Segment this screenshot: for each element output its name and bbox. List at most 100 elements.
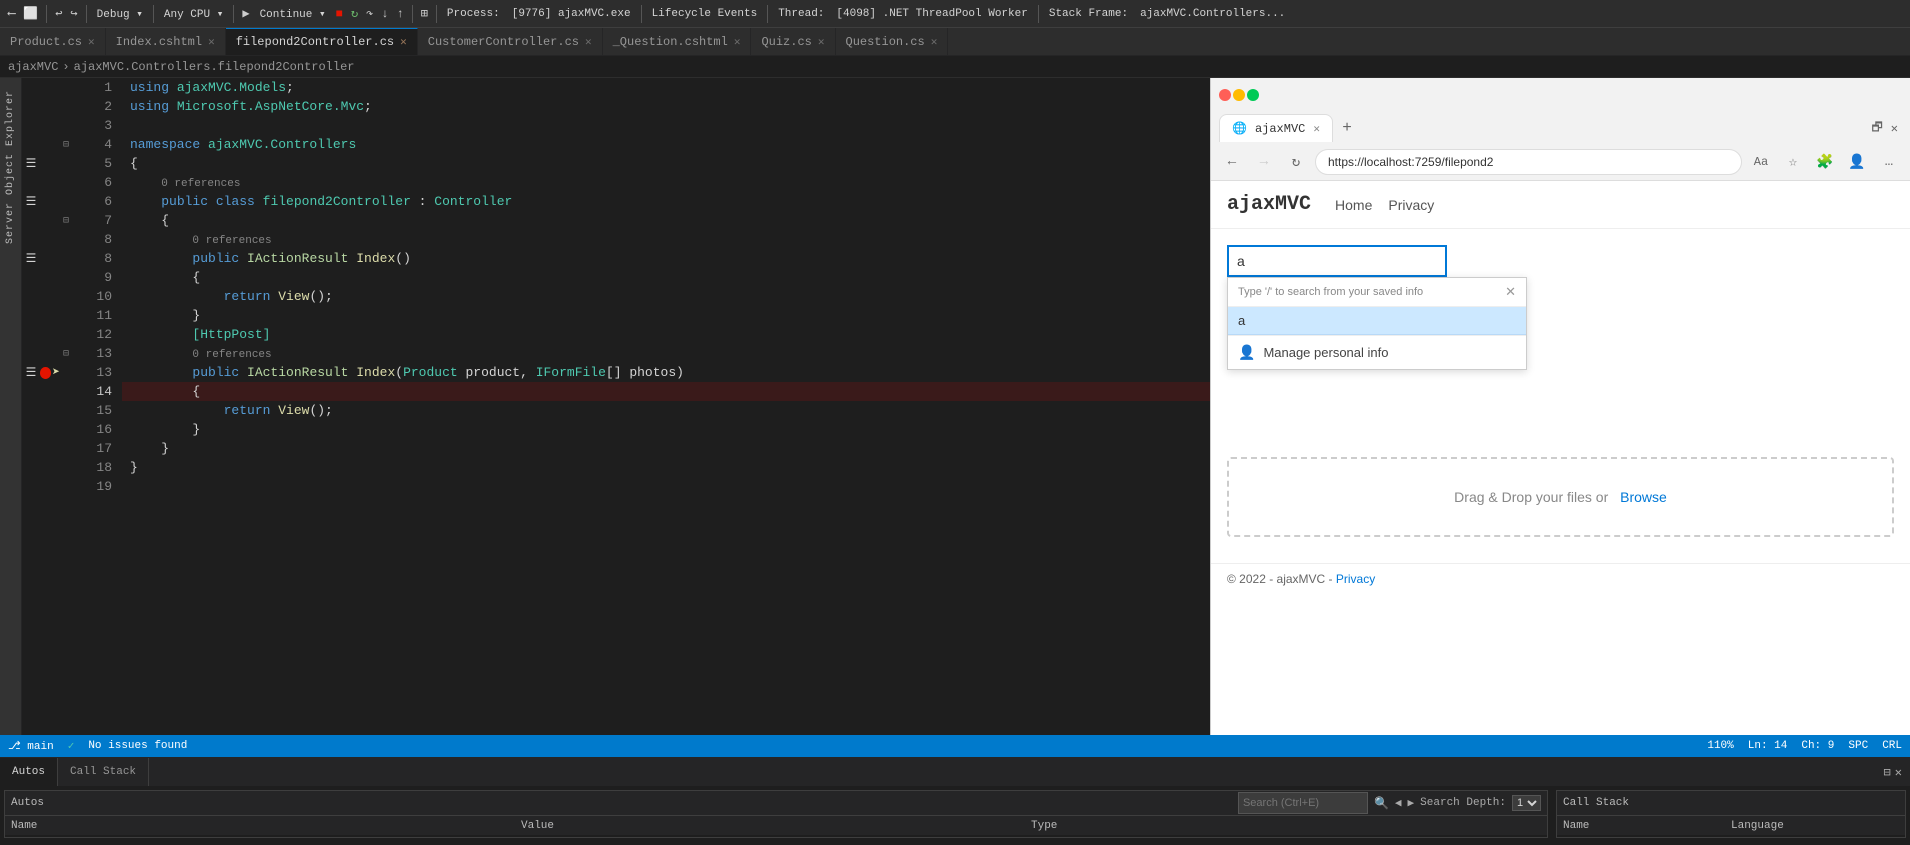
restart-icon[interactable]: ↻ xyxy=(347,4,362,23)
window-min-btn[interactable] xyxy=(1233,89,1245,101)
ln-19: 19 xyxy=(72,477,112,496)
ln-8: 8 xyxy=(72,230,112,249)
browser-favorites-btn[interactable]: ☆ xyxy=(1780,149,1806,175)
browser-extensions-btn[interactable]: 🧩 xyxy=(1812,149,1838,175)
lifecycle-btn[interactable]: Lifecycle Events xyxy=(646,6,764,22)
tab-quiz-cs[interactable]: Quiz.cs ✕ xyxy=(751,28,835,56)
back-icon[interactable]: ⟵ xyxy=(4,4,19,23)
search-depth-label: Search Depth: xyxy=(1420,797,1506,809)
close-panel-icon[interactable]: ✕ xyxy=(1895,765,1902,780)
zoom-level[interactable]: 110% xyxy=(1707,740,1733,752)
ln-4: 4 xyxy=(72,135,112,154)
window-max-btn[interactable] xyxy=(1247,89,1259,101)
browser-forward-btn[interactable]: → xyxy=(1251,149,1277,175)
debug-dropdown[interactable]: Debug ▾ xyxy=(91,5,149,23)
browser-read-mode-btn[interactable]: Aa xyxy=(1748,149,1774,175)
close-tab-question-cshtml[interactable]: ✕ xyxy=(734,35,741,49)
browser-profile-btn[interactable]: 👤 xyxy=(1844,149,1870,175)
code-area[interactable]: using ajaxMVC.Models; using Microsoft.As… xyxy=(122,78,1210,735)
browser-active-tab[interactable]: 🌐 ajaxMVC ✕ xyxy=(1219,114,1333,142)
redo-icon[interactable]: ↪ xyxy=(66,4,81,23)
close-autocomplete-btn[interactable]: ✕ xyxy=(1505,284,1516,300)
search-depth-select[interactable]: 123 xyxy=(1512,795,1541,811)
browser-tab-close[interactable]: ✕ xyxy=(1313,122,1320,136)
col-type-header: Type xyxy=(1031,816,1541,835)
step-out-icon[interactable]: ↑ xyxy=(392,5,407,23)
drag-drop-area[interactable]: Drag & Drop your files or Browse xyxy=(1227,457,1894,537)
exp-6b xyxy=(60,192,72,211)
expand-col: ⊟ ⊟ ⊟ xyxy=(60,78,72,735)
autocomplete-hint: Type '/' to search from your saved info … xyxy=(1228,278,1526,307)
close-tab-product-cs[interactable]: ✕ xyxy=(88,35,95,49)
ln-11: 11 xyxy=(72,306,112,325)
manage-personal-info-btn[interactable]: 👤 Manage personal info xyxy=(1228,335,1526,369)
footer-privacy-link[interactable]: Privacy xyxy=(1336,572,1375,586)
browser-close-win-icon[interactable]: ✕ xyxy=(1891,121,1898,136)
call-stack-tab[interactable]: Call Stack xyxy=(58,758,149,786)
continue-btn[interactable]: Continue ▾ xyxy=(254,5,332,23)
bp-9 xyxy=(40,268,60,287)
thread-value[interactable]: [4098] .NET ThreadPool Worker xyxy=(830,6,1033,22)
line-numbers: 1 2 3 4 5 6 6 7 8 8 9 10 11 12 13 13 14 … xyxy=(72,78,122,735)
manage-icon: 👤 xyxy=(1238,344,1255,361)
autos-search-icon[interactable]: 🔍 xyxy=(1374,796,1389,811)
nav-privacy[interactable]: Privacy xyxy=(1388,197,1434,213)
browse-link[interactable]: Browse xyxy=(1620,489,1667,505)
nav-icon[interactable]: ⬜ xyxy=(19,4,42,23)
gutter-6b: ☰ xyxy=(22,192,40,211)
stop-icon[interactable]: ■ xyxy=(332,5,347,23)
autos-nav-right[interactable]: ▶ xyxy=(1408,796,1415,810)
ln-18: 18 xyxy=(72,458,112,477)
float-panel-icon[interactable]: ⊟ xyxy=(1884,765,1891,780)
window-close-btn[interactable] xyxy=(1219,89,1231,101)
breadcrumb-controller[interactable]: ajaxMVC.Controllers.filepond2Controller xyxy=(74,60,355,74)
code-line-6: public class filepond2Controller : Contr… xyxy=(122,192,1210,211)
autos-tab[interactable]: Autos xyxy=(0,758,58,786)
step-over-icon[interactable]: ↷ xyxy=(362,4,377,23)
misc-icon[interactable]: ⊞ xyxy=(417,4,432,23)
tab-question-cs[interactable]: Question.cs ✕ xyxy=(836,28,949,56)
editor-container: ☰ ☰ ☰ ☰ xyxy=(22,78,1210,735)
autocomplete-item-a[interactable]: a xyxy=(1228,307,1526,335)
gutter-col: ☰ ☰ ☰ ☰ xyxy=(22,78,40,735)
process-label: Process: xyxy=(441,6,506,22)
play-icon[interactable]: ▶ xyxy=(238,4,253,23)
close-tab-customer[interactable]: ✕ xyxy=(585,35,592,49)
tab-question-cshtml[interactable]: _Question.cshtml ✕ xyxy=(603,28,752,56)
search-input[interactable] xyxy=(1227,245,1447,277)
cpu-dropdown[interactable]: Any CPU ▾ xyxy=(158,5,229,23)
tab-filepond2-controller[interactable]: filepond2Controller.cs ✕ xyxy=(226,28,418,56)
git-branch[interactable]: ⎇ main xyxy=(8,739,54,753)
browser-new-tab-btn[interactable]: + xyxy=(1333,114,1361,142)
browser-refresh-btn[interactable]: ↻ xyxy=(1283,149,1309,175)
gutter-6 xyxy=(22,173,40,192)
close-tab-quiz[interactable]: ✕ xyxy=(818,35,825,49)
autos-nav-left[interactable]: ◀ xyxy=(1395,796,1402,810)
autos-search-input[interactable] xyxy=(1238,792,1368,814)
tab-customer-controller[interactable]: CustomerController.cs ✕ xyxy=(418,28,603,56)
code-line-1: using ajaxMVC.Models; xyxy=(122,78,1210,97)
browser-settings-btn[interactable]: … xyxy=(1876,149,1902,175)
tab-index-cshtml[interactable]: Index.cshtml ✕ xyxy=(106,28,226,56)
breadcrumb-ajaxmvc[interactable]: ajaxMVC xyxy=(8,60,58,74)
separator-7 xyxy=(641,5,642,23)
browser-address-input[interactable] xyxy=(1315,149,1742,175)
autocomplete-dropdown: Type '/' to search from your saved info … xyxy=(1227,277,1527,370)
nav-home[interactable]: Home xyxy=(1335,197,1372,213)
close-tab-question-cs[interactable]: ✕ xyxy=(931,35,938,49)
close-tab-filepond2[interactable]: ✕ xyxy=(400,35,407,49)
gutter-3 xyxy=(22,116,40,135)
stack-frame-value[interactable]: ajaxMVC.Controllers... xyxy=(1134,6,1291,22)
process-value[interactable]: [9776] ajaxMVC.exe xyxy=(506,6,637,22)
code-line-15: return View(); xyxy=(122,401,1210,420)
ln-15: 15 xyxy=(72,401,112,420)
exp-3 xyxy=(60,116,72,135)
step-in-icon[interactable]: ↓ xyxy=(377,5,392,23)
tab-product-cs[interactable]: Product.cs ✕ xyxy=(0,28,106,56)
exp-6 xyxy=(60,173,72,192)
close-tab-index-cshtml[interactable]: ✕ xyxy=(208,35,215,49)
browser-back-btn[interactable]: ← xyxy=(1219,149,1245,175)
undo-icon[interactable]: ↩ xyxy=(51,4,66,23)
bp-17 xyxy=(40,420,60,439)
browser-restore-icon[interactable]: 🗗 xyxy=(1871,118,1882,139)
